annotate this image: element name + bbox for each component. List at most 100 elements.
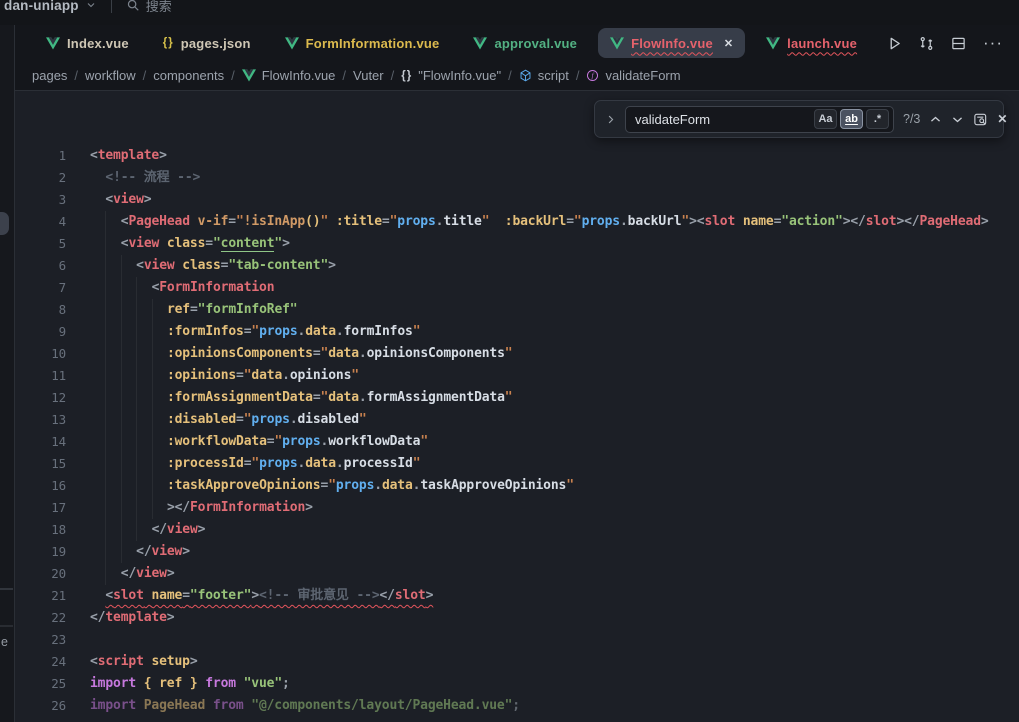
more-actions-icon[interactable]: ··· [983, 38, 1003, 48]
breadcrumb-item-workflow[interactable]: workflow [85, 68, 136, 83]
breadcrumb-item-validateform[interactable]: fvalidateForm [586, 68, 680, 83]
line-number[interactable]: 4 [15, 211, 66, 233]
code-lines: 1<template>2<!-- 流程 -->3<view>4<PageHead… [15, 91, 1019, 717]
line-number[interactable]: 24 [15, 651, 66, 673]
code-line[interactable]: 14:workflowData="props.workflowData" [15, 431, 1019, 453]
tab-launch-vue[interactable]: launch.vue [749, 25, 874, 61]
line-number[interactable]: 18 [15, 519, 66, 541]
tab-label: launch.vue [787, 36, 857, 51]
code-line[interactable]: 24<script setup> [15, 651, 1019, 673]
code-line[interactable]: 16:taskApproveOpinions="props.data.taskA… [15, 475, 1019, 497]
line-number[interactable]: 14 [15, 431, 66, 453]
code-text: :opinionsComponents="data.opinionsCompon… [90, 343, 512, 365]
line-number[interactable]: 7 [15, 277, 66, 299]
code-text: <FormInformation [90, 277, 274, 299]
breadcrumb-item-script[interactable]: script [519, 68, 569, 83]
breadcrumb-item-vuter[interactable]: Vuter [353, 68, 384, 83]
line-number[interactable]: 12 [15, 387, 66, 409]
tab-label: FormInformation.vue [306, 36, 440, 51]
code-line[interactable]: 19</view> [15, 541, 1019, 563]
match-case-button[interactable]: Aa [814, 109, 837, 129]
regex-button[interactable]: .* [866, 109, 889, 129]
line-number[interactable]: 2 [15, 167, 66, 189]
breadcrumb-item-components[interactable]: components [153, 68, 224, 83]
code-line[interactable]: 12:formAssignmentData="data.formAssignme… [15, 387, 1019, 409]
code-line[interactable]: 17></FormInformation> [15, 497, 1019, 519]
global-search-label[interactable]: 搜索 [146, 0, 172, 15]
previous-match-icon[interactable] [929, 113, 942, 126]
line-number[interactable]: 20 [15, 563, 66, 585]
svg-text:f: f [592, 71, 595, 80]
code-line[interactable]: 22</template> [15, 607, 1019, 629]
toggle-replace-icon[interactable] [605, 114, 616, 125]
line-number[interactable]: 16 [15, 475, 66, 497]
more-actions-icon: ··· [983, 38, 1003, 48]
line-number[interactable]: 8 [15, 299, 66, 321]
line-number[interactable]: 13 [15, 409, 66, 431]
code-line[interactable]: 8ref="formInfoRef" [15, 299, 1019, 321]
line-number[interactable]: 22 [15, 607, 66, 629]
code-line[interactable]: 5<view class="content"> [15, 233, 1019, 255]
next-match-icon[interactable] [951, 113, 964, 126]
code-line[interactable]: 23 [15, 629, 1019, 651]
line-number[interactable]: 5 [15, 233, 66, 255]
line-number[interactable]: 15 [15, 453, 66, 475]
breadcrumb-item--flowinfo-vue-[interactable]: {}"FlowInfo.vue" [401, 68, 501, 83]
code-line[interactable]: 10 :opinionsComponents="data.opinionsComp… [15, 343, 1019, 365]
line-number[interactable]: 23 [15, 629, 66, 651]
code-line[interactable]: 13:disabled="props.disabled" [15, 409, 1019, 431]
tab-forminformation-vue[interactable]: FormInformation.vue [268, 25, 457, 61]
vue-icon [766, 37, 780, 50]
close-icon[interactable]: ✕ [724, 37, 733, 50]
find-in-selection-icon[interactable] [973, 112, 988, 127]
line-number[interactable]: 26 [15, 695, 66, 717]
editor-pane[interactable]: 1<template>2<!-- 流程 -->3<view>4<PageHead… [15, 90, 1019, 722]
find-widget: Aa ab .* ?/3 ✕ [594, 100, 1004, 138]
line-number[interactable]: 1 [15, 145, 66, 167]
line-number[interactable]: 19 [15, 541, 66, 563]
code-line[interactable]: 1<template> [15, 145, 1019, 167]
breadcrumb-item-pages[interactable]: pages [32, 68, 67, 83]
breadcrumb-label: components [153, 68, 224, 83]
code-line[interactable]: 7 <FormInformation [15, 277, 1019, 299]
tab-approval-vue[interactable]: approval.vue [456, 25, 594, 61]
line-number[interactable]: 6 [15, 255, 66, 277]
line-number[interactable]: 9 [15, 321, 66, 343]
code-line[interactable]: 11:opinions="data.opinions" [15, 365, 1019, 387]
line-number[interactable]: 17 [15, 497, 66, 519]
clipped-side-panel: e [0, 25, 14, 722]
close-find-icon[interactable]: ✕ [997, 112, 1007, 126]
line-number[interactable]: 3 [15, 189, 66, 211]
tab-pages-json[interactable]: {}pages.json [146, 25, 268, 61]
compare-changes-icon[interactable] [919, 36, 934, 51]
breadcrumb-item-flowinfo-vue[interactable]: FlowInfo.vue [242, 68, 336, 83]
code-line[interactable]: 15:processId="props.data.processId" [15, 453, 1019, 475]
split-editor-icon[interactable] [951, 36, 966, 51]
code-line[interactable]: 20</view> [15, 563, 1019, 585]
search-icon[interactable] [126, 0, 140, 12]
project-name[interactable]: dan-uniapp [4, 0, 79, 13]
code-line[interactable]: 25import { ref } from "vue"; [15, 673, 1019, 695]
line-number[interactable]: 21 [15, 585, 66, 607]
code-line[interactable]: 6<view class="tab-content"> [15, 255, 1019, 277]
code-line[interactable]: 18</view> [15, 519, 1019, 541]
line-number[interactable]: 25 [15, 673, 66, 695]
tab-index-vue[interactable]: Index.vue [29, 25, 146, 61]
chevron-down-icon[interactable] [85, 0, 97, 11]
code-line[interactable]: 21<slot name="footer"><!-- 审批意见 --></slo… [15, 585, 1019, 607]
line-number[interactable]: 11 [15, 365, 66, 387]
match-count: ?/3 [903, 112, 920, 126]
code-line[interactable]: 2<!-- 流程 --> [15, 167, 1019, 189]
code-line[interactable]: 4<PageHead v-if="!isInApp()" :title="pro… [15, 211, 1019, 233]
breadcrumb-separator: / [74, 68, 78, 83]
run-icon[interactable] [887, 36, 902, 51]
find-input[interactable]: Aa ab .* [625, 106, 894, 133]
code-line[interactable]: 3<view> [15, 189, 1019, 211]
symbol-module-icon [519, 69, 532, 82]
code-line[interactable]: 26import PageHead from "@/components/lay… [15, 695, 1019, 717]
find-query-input[interactable] [635, 112, 811, 127]
code-line[interactable]: 9:formInfos="props.data.formInfos" [15, 321, 1019, 343]
tab-flowinfo-vue[interactable]: FlowInfo.vue✕ [598, 28, 745, 58]
line-number[interactable]: 10 [15, 343, 66, 365]
whole-word-button[interactable]: ab [840, 109, 863, 129]
